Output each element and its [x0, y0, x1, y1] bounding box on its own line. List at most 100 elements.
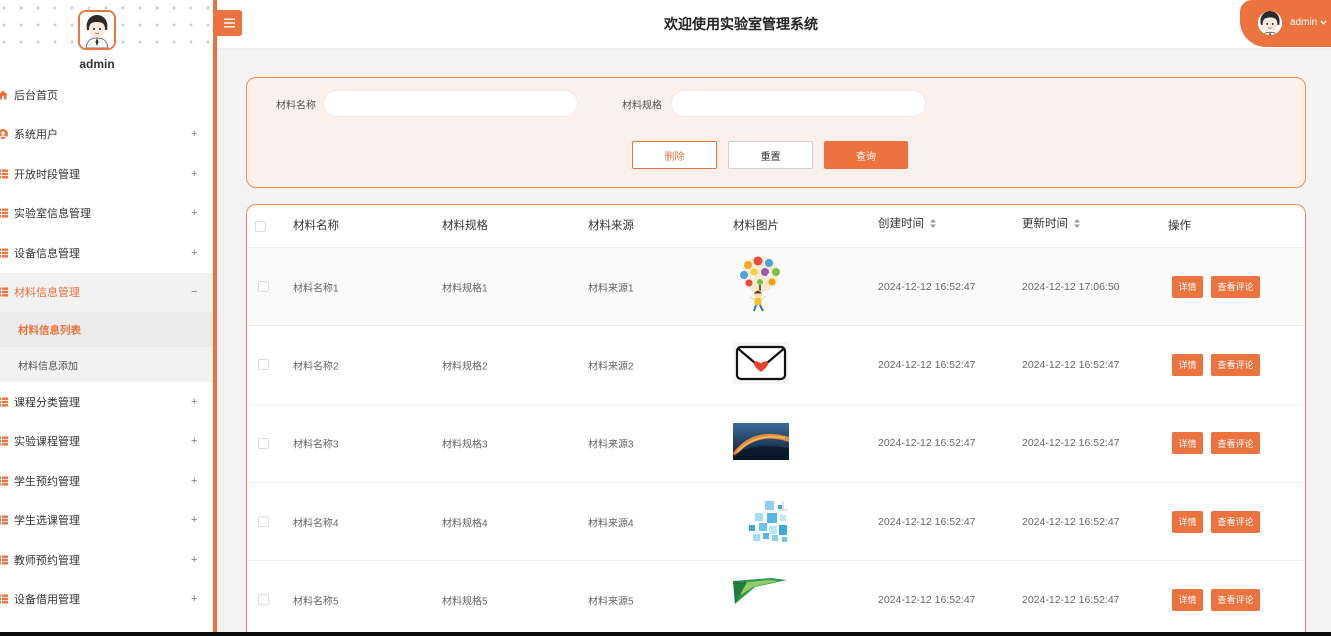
sidebar-item-open-periods[interactable]: 开放时段管理 + — [0, 154, 213, 194]
expand-icon[interactable]: + — [191, 168, 197, 180]
material-name-cell: 材料名称3 — [293, 439, 339, 451]
sidebar-item-course-categories[interactable]: 课程分类管理 + — [0, 382, 213, 422]
material-image[interactable] — [733, 578, 789, 605]
sidebar-item-label: 学生选课管理 — [14, 515, 80, 528]
sidebar-subitem-label: 材料信息列表 — [18, 324, 81, 336]
collapse-icon[interactable]: − — [191, 286, 197, 298]
sidebar-item-label: 后台首页 — [14, 89, 58, 102]
expand-icon[interactable]: + — [191, 128, 197, 140]
sidebar-item-lab-info[interactable]: 实验室信息管理 + — [0, 194, 213, 234]
material-image[interactable] — [733, 422, 789, 460]
updated-time-cell: 2024-12-12 16:52:47 — [1022, 437, 1120, 450]
material-name-label: 材料名称 — [276, 100, 316, 112]
sidebar-subitem-material-add[interactable]: 材料信息添加 — [0, 347, 213, 382]
sidebar-item-student-course-selection[interactable]: 学生选课管理 + — [0, 501, 213, 541]
row-checkbox[interactable] — [258, 437, 269, 449]
expand-icon[interactable]: + — [191, 475, 197, 487]
row-checkbox[interactable] — [258, 281, 269, 293]
sidebar-item-label: 实验室信息管理 — [14, 208, 91, 221]
sidebar-item-system-users[interactable]: 系统用户 + — [0, 115, 213, 155]
sidebar-subitem-material-list[interactable]: 材料信息列表 — [0, 312, 213, 347]
created-time-cell: 2024-12-12 16:52:47 — [878, 358, 976, 371]
chevron-down-icon[interactable] — [1320, 20, 1327, 25]
material-image[interactable] — [736, 255, 785, 313]
expand-icon[interactable]: + — [191, 396, 197, 408]
material-image[interactable] — [733, 342, 789, 385]
material-name-cell: 材料名称2 — [293, 361, 339, 373]
user-menu[interactable]: admin — [1240, 0, 1331, 47]
material-spec-cell: 材料规格5 — [442, 596, 488, 608]
material-spec-cell: 材料规格3 — [442, 439, 488, 451]
expand-icon[interactable]: + — [191, 247, 197, 259]
query-button[interactable]: 查询 — [824, 141, 908, 169]
row-checkbox[interactable] — [258, 359, 269, 371]
sidebar-item-home[interactable]: 后台首页 — [0, 75, 213, 115]
avatar-icon[interactable] — [78, 10, 116, 50]
sidebar-item-equipment-info[interactable]: 设备信息管理 + — [0, 233, 213, 273]
grid-icon — [0, 594, 8, 604]
reset-button[interactable]: 重置 — [728, 141, 813, 169]
material-spec-cell: 材料规格1 — [442, 283, 488, 295]
expand-icon[interactable]: + — [191, 207, 197, 219]
table-row[interactable]: 材料名称5 材料规格5 材料来源5 2024-12-12 16:52:47 20… — [247, 560, 1305, 636]
sort-icon[interactable] — [1074, 219, 1080, 229]
expand-icon[interactable]: + — [191, 593, 197, 605]
user-icon — [0, 129, 8, 140]
detail-button[interactable]: 详情 — [1172, 275, 1203, 298]
created-time-cell: 2024-12-12 16:52:47 — [878, 593, 976, 606]
sidebar-item-label: 开放时段管理 — [14, 168, 80, 181]
bottom-edge — [0, 632, 1331, 636]
sidebar-item-material-info[interactable]: 材料信息管理 − — [0, 272, 213, 312]
sidebar-item-student-reservations[interactable]: 学生预约管理 + — [0, 461, 213, 501]
row-checkbox[interactable] — [258, 594, 269, 606]
material-image[interactable] — [747, 500, 789, 542]
material-name-cell: 材料名称1 — [293, 283, 339, 295]
column-header-created[interactable]: 创建时间 — [878, 217, 936, 231]
select-all-checkbox[interactable] — [255, 220, 266, 232]
view-comments-button[interactable]: 查看评论 — [1211, 588, 1260, 611]
table-row[interactable]: 材料名称2 材料规格2 材料来源2 2024-12-12 16:52:47 20… — [247, 325, 1305, 404]
column-header-label: 更新时间 — [1022, 217, 1068, 230]
material-name-input[interactable] — [323, 90, 578, 117]
sidebar-item-label: 学生预约管理 — [14, 475, 80, 488]
view-comments-button[interactable]: 查看评论 — [1211, 510, 1260, 533]
expand-icon[interactable]: + — [191, 554, 197, 566]
table-row[interactable]: 材料名称1 材料规格1 材料来源1 2024-12-12 16:52:47 20… — [247, 247, 1305, 326]
column-header-updated[interactable]: 更新时间 — [1022, 217, 1080, 231]
expand-icon[interactable]: + — [191, 514, 197, 526]
grid-icon — [0, 515, 8, 525]
material-source-cell: 材料来源3 — [588, 439, 634, 451]
column-header-name: 材料名称 — [293, 220, 339, 232]
sidebar-item-teacher-reservations[interactable]: 教师预约管理 + — [0, 540, 213, 580]
material-name-cell: 材料名称5 — [293, 596, 339, 608]
material-table: 材料名称 材料规格 材料来源 材料图片 创建时间 更新时间 操作 材料名称1 材… — [246, 204, 1306, 636]
detail-button[interactable]: 详情 — [1172, 588, 1203, 611]
detail-button[interactable]: 详情 — [1172, 432, 1203, 455]
view-comments-button[interactable]: 查看评论 — [1211, 432, 1260, 455]
detail-button[interactable]: 详情 — [1172, 510, 1203, 533]
menu-icon[interactable] — [217, 10, 242, 36]
expand-icon[interactable]: + — [191, 435, 197, 447]
top-bar: 欢迎使用实验室管理系统 admin — [217, 0, 1331, 48]
table-row[interactable]: 材料名称3 材料规格3 材料来源3 2024-12-12 16:52:47 20… — [247, 403, 1305, 482]
avatar-icon[interactable] — [1258, 11, 1282, 35]
sidebar-item-label: 设备信息管理 — [14, 247, 80, 260]
sort-icon[interactable] — [930, 219, 936, 229]
table-row[interactable]: 材料名称4 材料规格4 材料来源4 2024-12-12 16:52:47 20… — [247, 481, 1305, 561]
header-username[interactable]: admin — [1290, 17, 1317, 29]
sidebar-item-equipment-borrowing[interactable]: 设备借用管理 + — [0, 580, 213, 620]
sidebar-item-label: 设备借用管理 — [14, 594, 80, 607]
row-checkbox[interactable] — [258, 516, 269, 528]
updated-time-cell: 2024-12-12 16:52:47 — [1022, 515, 1120, 528]
delete-button[interactable]: 删除 — [632, 141, 717, 169]
view-comments-button[interactable]: 查看评论 — [1211, 275, 1260, 298]
sidebar-username: admin — [79, 57, 115, 71]
material-source-cell: 材料来源4 — [588, 518, 634, 530]
material-spec-input[interactable] — [671, 90, 926, 117]
sidebar-menu: 后台首页 系统用户 + 开放时段管理 + 实验室信息管理 + 设备信息管理 + — [0, 75, 213, 619]
sidebar-item-lab-courses[interactable]: 实验课程管理 + — [0, 422, 213, 462]
view-comments-button[interactable]: 查看评论 — [1211, 353, 1260, 376]
grid-icon — [0, 287, 8, 297]
material-source-cell: 材料来源5 — [588, 596, 634, 608]
detail-button[interactable]: 详情 — [1172, 353, 1203, 376]
